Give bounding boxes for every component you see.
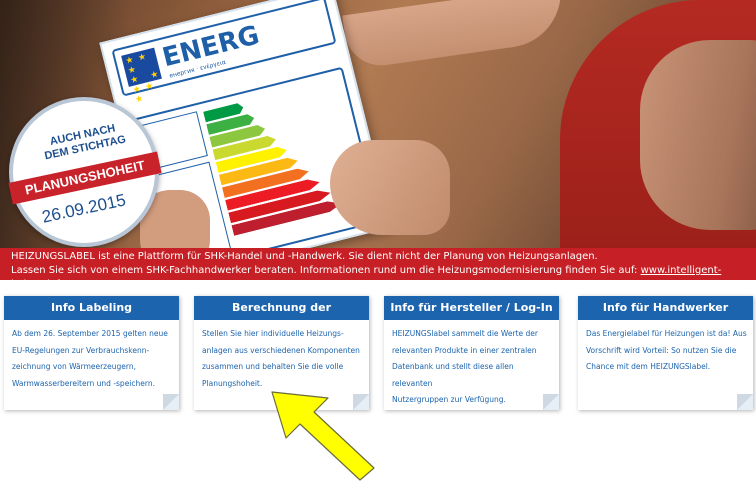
pointer-arrow-icon: [271, 391, 375, 481]
pointing-hand: [342, 0, 568, 71]
card-info-labeling[interactable]: Info Labeling Ab dem 26. September 2015 …: [4, 296, 179, 410]
disclaimer-line-2: Lassen Sie sich von einem SHK-Fachhandwe…: [11, 264, 756, 292]
card-text: HEIZUNGSlabel sammelt die Werte der rele…: [384, 320, 559, 409]
card-text: Stellen Sie hier individuelle Heizungs- …: [194, 320, 369, 392]
card-line: Stellen Sie hier individuelle Heizungs-: [202, 329, 344, 338]
card-title[interactable]: Berechnung der Verbundanlage: [194, 296, 369, 338]
deadline-badge: AUCH NACH DEM STICHTAG PLANUNGSHOHEIT 26…: [8, 97, 162, 247]
page-curl-icon: [163, 394, 179, 410]
card-info-handwerker[interactable]: Info für Handwerker Das Energielabel für…: [578, 296, 753, 410]
page-curl-icon: [737, 394, 753, 410]
card-line: anlagen aus verschiedenen Komponenten: [202, 345, 360, 355]
disclaimer-band: HEIZUNGSLABEL ist eine Plattform für SHK…: [0, 248, 756, 290]
card-line: Datenbank und stellt diese allen relevan…: [392, 362, 514, 388]
page-curl-icon: [543, 394, 559, 410]
holding-hand-right: [330, 140, 450, 235]
disclaimer-line-1: HEIZUNGSLABEL ist eine Plattform für SHK…: [11, 251, 598, 262]
eu-flag-icon: ★ ★ ★ ★ ★ ★ ★ ★: [121, 47, 162, 106]
card-text: Das Energielabel für Heizungen ist da! A…: [578, 320, 753, 376]
card-line: HEIZUNGSlabel sammelt die Werte der: [392, 329, 538, 338]
card-title[interactable]: Info für Hersteller / Log-In: [384, 296, 559, 320]
card-line: Vorschrift wird Vorteil: So nutzen Sie d…: [586, 345, 737, 355]
card-line: Warmwasserbereitern und -speichern.: [12, 378, 155, 388]
card-info-hersteller[interactable]: Info für Hersteller / Log-In HEIZUNGSlab…: [384, 296, 559, 410]
card-title[interactable]: Info für Handwerker: [578, 296, 753, 320]
card-line: Chance mit dem HEIZUNGSlabel.: [586, 362, 711, 371]
card-title[interactable]: Info Labeling: [4, 296, 179, 320]
card-line: relevanten Produkte in einer zentralen: [392, 345, 537, 355]
card-line: Nutzergruppen zur Verfügung.: [392, 395, 506, 404]
card-text: Ab dem 26. September 2015 gelten neue EU…: [4, 320, 179, 392]
disclaimer-text: Lassen Sie sich von einem SHK-Fachhandwe…: [11, 265, 638, 276]
card-line: Das Energielabel für Heizungen ist da! A…: [586, 329, 747, 338]
card-line: zeichnung von Wärmeerzeugern,: [12, 362, 136, 371]
card-line: Ab dem 26. September 2015 gelten neue: [12, 329, 168, 338]
hero-image: ★ ★ ★ ★ ★ ★ ★ ★ ENERG енергия · ενέργεια A…: [0, 0, 756, 262]
person-head: [640, 40, 756, 230]
card-line: zusammen und behalten Sie die volle: [202, 362, 344, 371]
card-line: EU-Regelungen zur Verbrauchskenn-: [12, 345, 150, 355]
